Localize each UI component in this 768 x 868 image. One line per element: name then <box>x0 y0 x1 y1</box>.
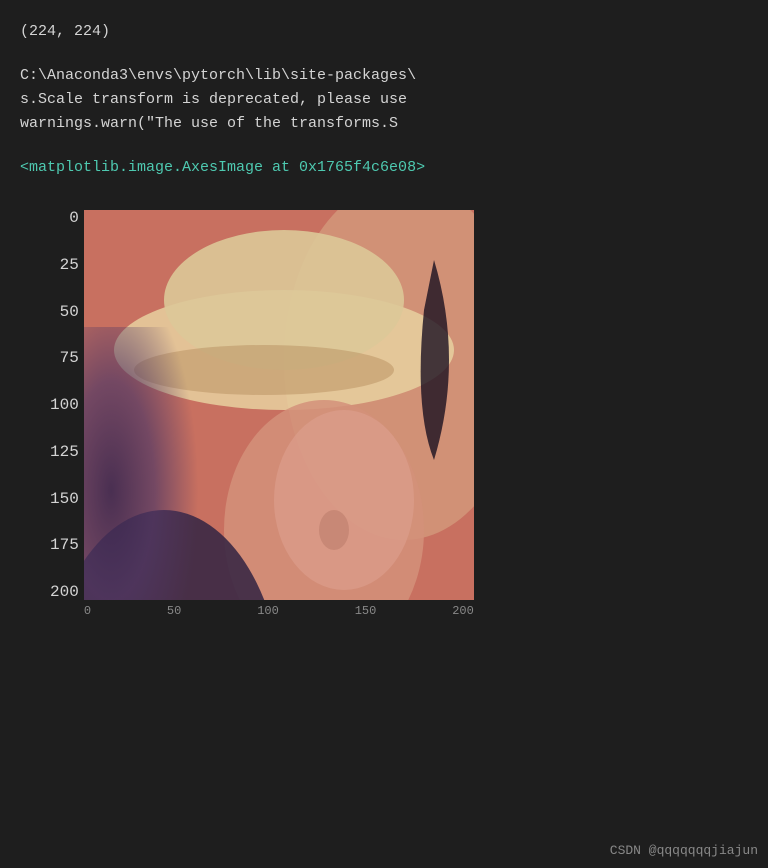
x-axis: 0 50 100 150 200 <box>84 600 474 618</box>
x-label-50: 50 <box>167 604 181 618</box>
y-label-175: 175 <box>50 537 79 553</box>
plot-area: 0 25 50 75 100 125 150 175 200 <box>50 210 474 618</box>
warning-msg: s.Scale transform is deprecated, please … <box>20 88 748 112</box>
lena-image <box>84 210 474 600</box>
notebook-output: (224, 224) C:\Anaconda3\envs\pytorch\lib… <box>0 0 768 658</box>
axes-image-suffix: > <box>416 159 425 176</box>
y-axis: 0 25 50 75 100 125 150 175 200 <box>50 210 84 600</box>
x-label-200: 200 <box>452 604 474 618</box>
y-label-200: 200 <box>50 584 79 600</box>
y-label-50: 50 <box>60 304 79 320</box>
watermark: CSDN @qqqqqqqjiajun <box>610 843 758 858</box>
tuple-value: (224, 224) <box>20 20 748 44</box>
image-frame: 0 50 100 150 200 <box>84 210 474 618</box>
y-label-0: 0 <box>69 210 79 226</box>
y-label-100: 100 <box>50 397 79 413</box>
axes-image-text: <matplotlib.image.AxesImage at 0x1765f4c… <box>20 159 416 176</box>
y-label-125: 125 <box>50 444 79 460</box>
warning-path: C:\Anaconda3\envs\pytorch\lib\site-packa… <box>20 64 748 88</box>
x-label-100: 100 <box>257 604 279 618</box>
plot-container: 0 25 50 75 100 125 150 175 200 <box>50 210 748 618</box>
y-label-150: 150 <box>50 491 79 507</box>
tuple-output: (224, 224) <box>20 20 748 44</box>
warning-detail: warnings.warn("The use of the transforms… <box>20 112 748 136</box>
warning-output: C:\Anaconda3\envs\pytorch\lib\site-packa… <box>20 64 748 136</box>
y-label-25: 25 <box>60 257 79 273</box>
x-label-0: 0 <box>84 604 91 618</box>
axes-image-output: <matplotlib.image.AxesImage at 0x1765f4c… <box>20 156 748 180</box>
x-label-150: 150 <box>355 604 377 618</box>
y-label-75: 75 <box>60 350 79 366</box>
